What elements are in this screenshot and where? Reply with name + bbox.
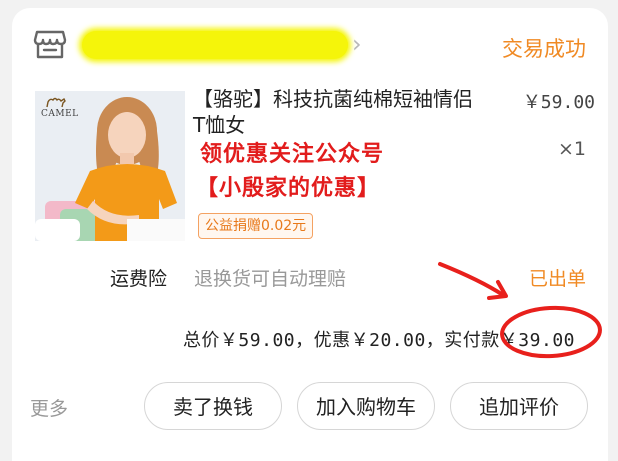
- sell-button[interactable]: 卖了换钱: [144, 382, 282, 430]
- shipping-insurance-status[interactable]: 已出单: [529, 264, 586, 291]
- promo-text-line-2: 【小殷家的优惠】: [196, 175, 381, 201]
- shipping-insurance-label: 运费险: [110, 268, 168, 290]
- camel-logo-icon: [46, 97, 66, 108]
- charity-badge: 公益捐赠0.02元: [198, 213, 314, 239]
- more-actions-link[interactable]: 更多: [30, 394, 68, 421]
- shop-name-redacted[interactable]: [82, 31, 348, 59]
- add-review-button[interactable]: 追加评价: [450, 382, 588, 430]
- shipping-insurance-description: 退换货可自动理赔: [194, 268, 347, 290]
- product-image[interactable]: CAMEL: [35, 91, 185, 241]
- camel-logo: CAMEL: [41, 109, 79, 119]
- quantity: ×1: [557, 138, 586, 160]
- order-status: 交易成功: [502, 37, 586, 61]
- price-summary: 总价￥59.00，优惠￥20.00，实付款￥39.00: [182, 330, 575, 351]
- chevron-right-icon[interactable]: ›: [352, 32, 362, 56]
- shop-icon[interactable]: [33, 28, 67, 60]
- unit-price: ￥59.00: [522, 92, 595, 113]
- add-to-cart-button[interactable]: 加入购物车: [297, 382, 435, 430]
- product-title[interactable]: 【骆驼】科技抗菌纯棉短袖情侣T恤女: [193, 86, 473, 138]
- promo-text-line-1: 领优惠关注公众号: [200, 141, 385, 167]
